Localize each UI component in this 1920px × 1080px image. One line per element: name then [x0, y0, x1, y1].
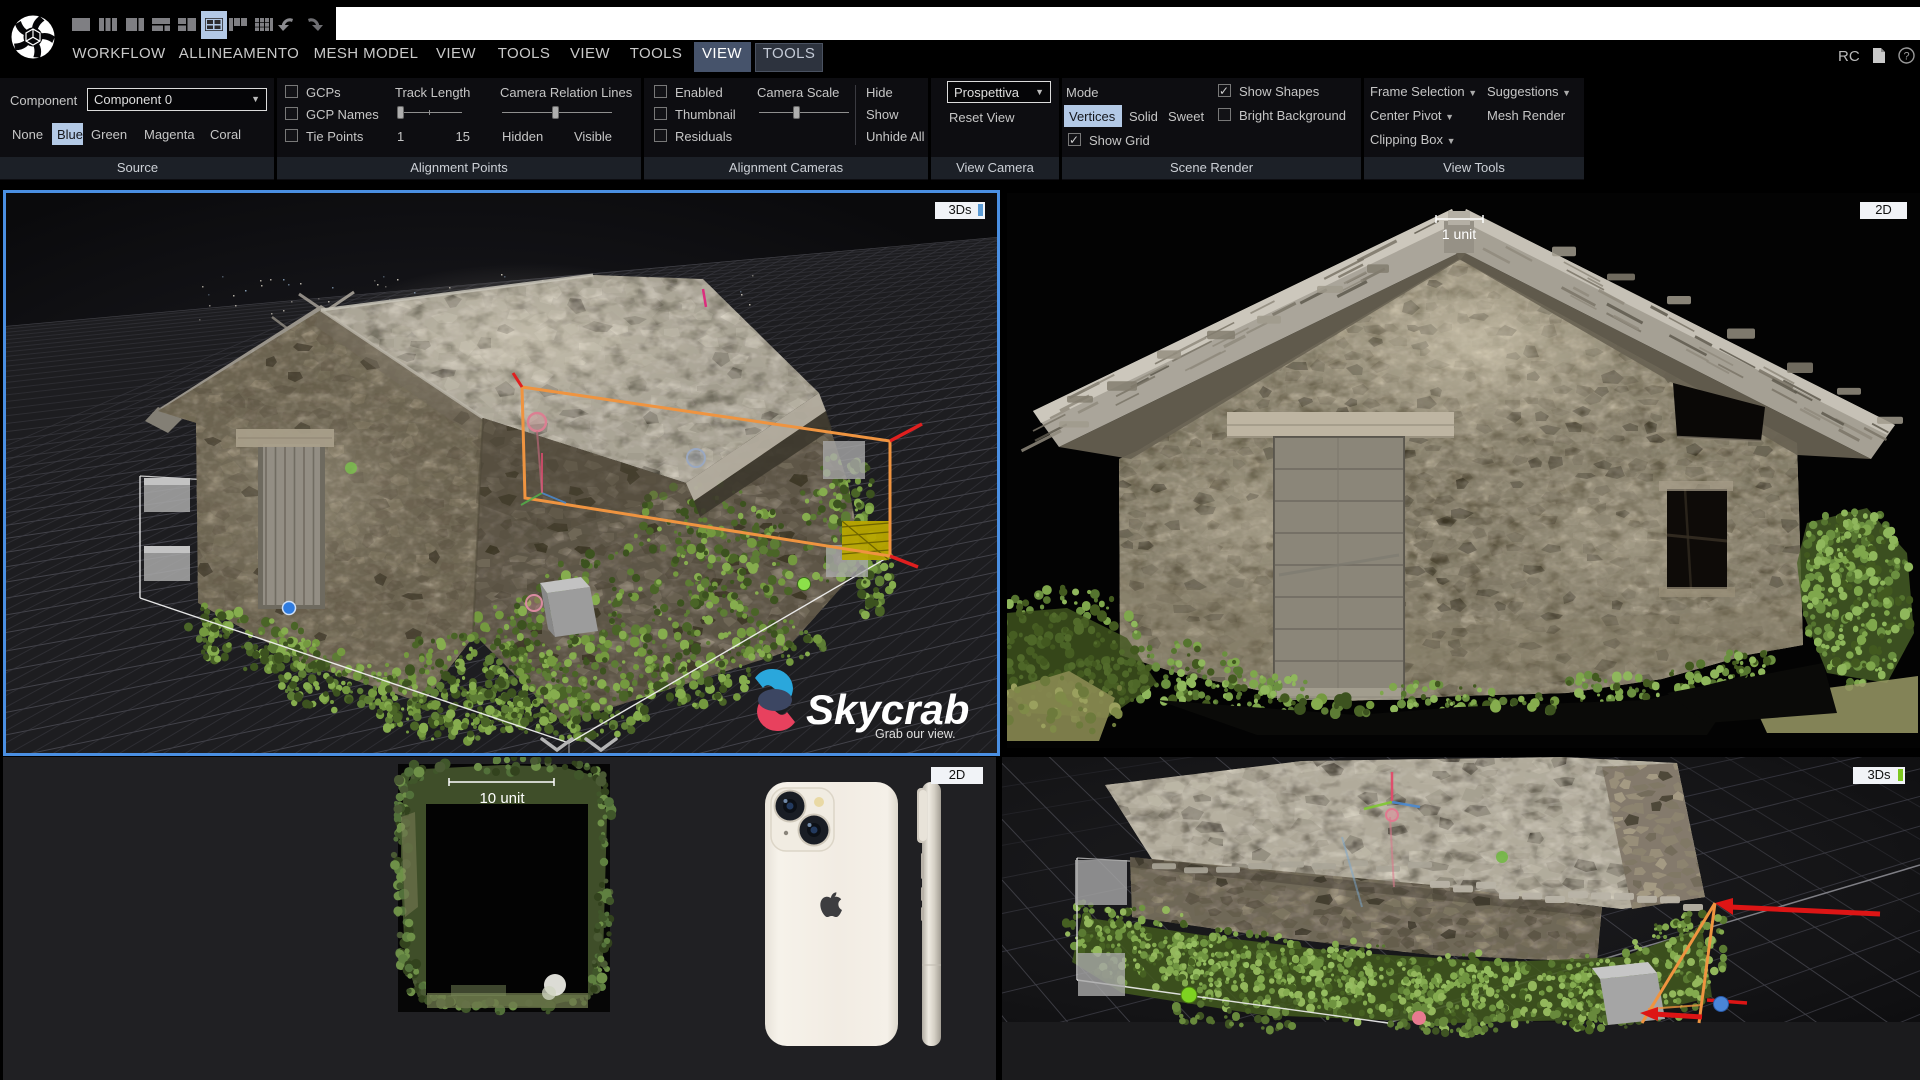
svg-text:Grab our view.: Grab our view. [875, 727, 956, 741]
svg-text:1 unit: 1 unit [1442, 226, 1476, 242]
svg-text:?: ? [1903, 51, 1909, 63]
svg-text:10 unit: 10 unit [479, 790, 525, 807]
svg-text:Skycrab: Skycrab [806, 686, 969, 733]
